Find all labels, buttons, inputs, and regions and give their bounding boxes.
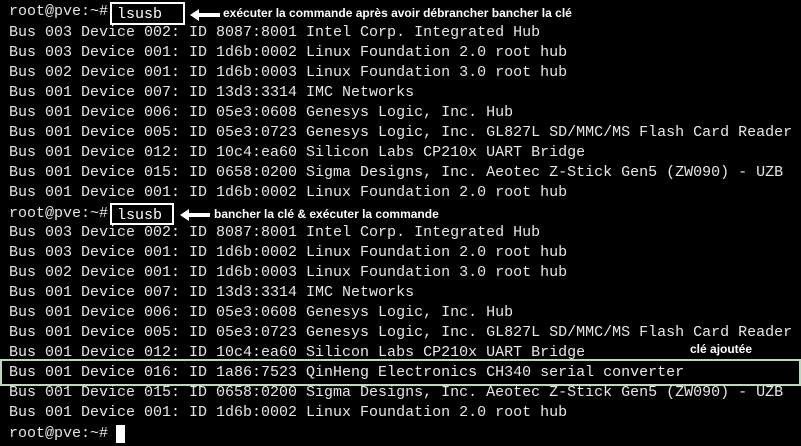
output-1-line: Bus 001 Device 015: ID 0658:0200 Sigma D… [9, 164, 784, 181]
output-1-line: Bus 001 Device 012: ID 10c4:ea60 Silicon… [9, 144, 586, 161]
output-1-line: Bus 001 Device 007: ID 13d3:3314 IMC Net… [9, 84, 415, 101]
output-2-line: Bus 001 Device 015: ID 0658:0200 Sigma D… [9, 384, 784, 401]
output-1-line: Bus 003 Device 001: ID 1d6b:0002 Linux F… [9, 44, 568, 61]
added-device-label: clé ajoutée [690, 342, 753, 356]
output-2-line: Bus 003 Device 001: ID 1d6b:0002 Linux F… [9, 244, 568, 261]
added-device-line: Bus 001 Device 016: ID 1a86:7523 QinHeng… [9, 364, 685, 381]
command-2: lsusb [110, 203, 174, 225]
output-2-line: Bus 001 Device 007: ID 13d3:3314 IMC Net… [9, 284, 415, 301]
annotation-2: bancher la clé & exécuter la commande [214, 207, 439, 221]
left-arrow-icon [180, 209, 210, 221]
annotation-1: exécuter la commande après avoir débranc… [223, 6, 572, 20]
output-1-line: Bus 001 Device 005: ID 05e3:0723 Genesys… [9, 124, 793, 141]
output-1-line: Bus 001 Device 006: ID 05e3:0608 Genesys… [9, 104, 514, 121]
prompt-3: root@pve:~# [9, 425, 109, 442]
left-arrow-icon [190, 9, 220, 21]
output-2-line: Bus 001 Device 006: ID 05e3:0608 Genesys… [9, 304, 514, 321]
output-1-line: Bus 001 Device 001: ID 1d6b:0002 Linux F… [9, 184, 568, 201]
output-2-line: Bus 002 Device 001: ID 1d6b:0003 Linux F… [9, 264, 568, 281]
output-2-line: Bus 001 Device 005: ID 05e3:0723 Genesys… [9, 324, 793, 341]
output-2-line: Bus 003 Device 002: ID 8087:8001 Intel C… [9, 224, 541, 241]
cursor-block [116, 425, 125, 443]
output-2-line: Bus 001 Device 001: ID 1d6b:0002 Linux F… [9, 404, 568, 421]
output-1-line: Bus 002 Device 001: ID 1d6b:0003 Linux F… [9, 64, 568, 81]
terminal-window[interactable]: root@pve:~# lsusb exécuter la commande a… [0, 0, 801, 446]
command-1: lsusb [110, 2, 185, 25]
prompt-1: root@pve:~# [9, 3, 109, 20]
output-1-line: Bus 003 Device 002: ID 8087:8001 Intel C… [9, 24, 541, 41]
prompt-2: root@pve:~# [9, 205, 109, 222]
